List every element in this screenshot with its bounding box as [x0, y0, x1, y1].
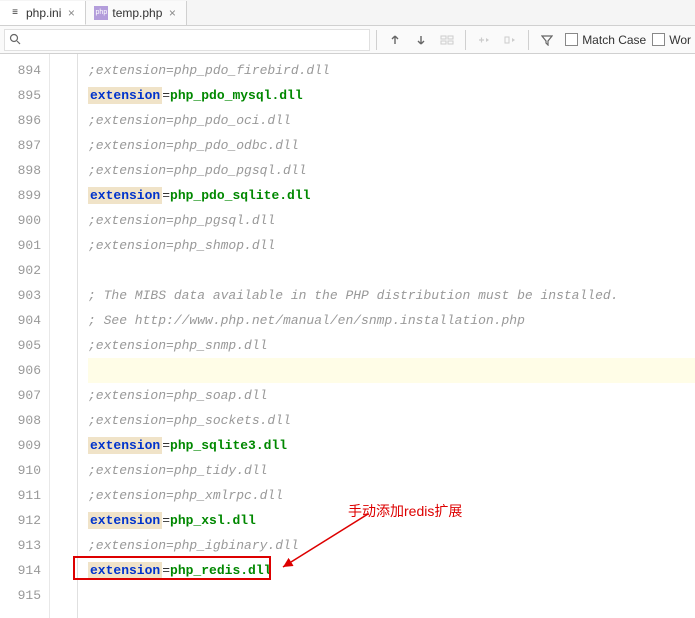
code-line[interactable]: ; See http://www.php.net/manual/en/snmp.…	[88, 308, 695, 333]
equals-sign: =	[162, 88, 170, 103]
line-number: 905	[0, 333, 49, 358]
code-line[interactable]: extension=php_pdo_mysql.dll	[88, 83, 695, 108]
line-number: 907	[0, 383, 49, 408]
line-number: 906	[0, 358, 49, 383]
ini-key: extension	[88, 437, 162, 454]
code-area[interactable]: ;extension=php_pdo_firebird.dllextension…	[78, 54, 695, 618]
line-number-gutter: 8948958968978988999009019029039049059069…	[0, 54, 50, 618]
line-number: 911	[0, 483, 49, 508]
line-number: 899	[0, 183, 49, 208]
code-line[interactable]: extension=php_pdo_sqlite.dll	[88, 183, 695, 208]
code-line[interactable]: ; The MIBS data available in the PHP dis…	[88, 283, 695, 308]
separator	[528, 30, 529, 50]
code-line[interactable]: ;extension=php_snmp.dll	[88, 333, 695, 358]
code-line[interactable]: extension=php_redis.dll	[88, 558, 695, 583]
search-input[interactable]	[27, 33, 365, 47]
ini-value: php_sqlite3.dll	[170, 438, 287, 453]
equals-sign: =	[162, 438, 170, 453]
match-case-label: Match Case	[582, 33, 646, 47]
tab-label: php.ini	[26, 6, 61, 20]
words-label: Wor	[669, 33, 691, 47]
line-number: 909	[0, 433, 49, 458]
code-line[interactable]	[88, 583, 695, 608]
ini-key: extension	[88, 187, 162, 204]
line-number: 914	[0, 558, 49, 583]
code-line[interactable]: ;extension=php_pdo_pgsql.dll	[88, 158, 695, 183]
line-number: 901	[0, 233, 49, 258]
code-margin	[50, 54, 78, 618]
code-line[interactable]	[88, 358, 695, 383]
separator	[465, 30, 466, 50]
code-line[interactable]: ;extension=php_sockets.dll	[88, 408, 695, 433]
find-toolbar: Match Case Wor	[0, 26, 695, 54]
code-editor[interactable]: 8948958968978988999009019029039049059069…	[0, 54, 695, 618]
tab-label: temp.php	[112, 6, 162, 20]
code-line[interactable]: ;extension=php_pdo_firebird.dll	[88, 58, 695, 83]
remove-selection-button[interactable]	[498, 29, 522, 51]
close-icon[interactable]: ×	[166, 7, 178, 19]
ini-value: php_redis.dll	[170, 563, 271, 578]
code-line[interactable]: extension=php_sqlite3.dll	[88, 433, 695, 458]
match-case-option[interactable]: Match Case	[565, 33, 646, 47]
line-number: 903	[0, 283, 49, 308]
line-number: 908	[0, 408, 49, 433]
tab-temp-php[interactable]: php temp.php ×	[86, 1, 187, 25]
line-number: 912	[0, 508, 49, 533]
line-number: 897	[0, 133, 49, 158]
php-file-icon: php	[94, 6, 108, 20]
line-number: 915	[0, 583, 49, 608]
code-line[interactable]	[88, 258, 695, 283]
code-line[interactable]: ;extension=php_pdo_oci.dll	[88, 108, 695, 133]
words-option[interactable]: Wor	[652, 33, 691, 47]
add-selection-button[interactable]	[472, 29, 496, 51]
checkbox-icon	[652, 33, 665, 46]
code-line[interactable]: ;extension=php_igbinary.dll	[88, 533, 695, 558]
code-line[interactable]: ;extension=php_soap.dll	[88, 383, 695, 408]
code-line[interactable]: ;extension=php_pdo_odbc.dll	[88, 133, 695, 158]
ini-key: extension	[88, 87, 162, 104]
equals-sign: =	[162, 188, 170, 203]
line-number: 895	[0, 83, 49, 108]
close-icon[interactable]: ×	[65, 7, 77, 19]
line-number: 896	[0, 108, 49, 133]
ini-value: php_pdo_mysql.dll	[170, 88, 303, 103]
equals-sign: =	[162, 563, 170, 578]
code-line[interactable]: ;extension=php_pgsql.dll	[88, 208, 695, 233]
ini-file-icon: ≡	[8, 6, 22, 20]
ini-value: php_xsl.dll	[170, 513, 256, 528]
search-icon	[9, 33, 23, 47]
checkbox-icon	[565, 33, 578, 46]
equals-sign: =	[162, 513, 170, 528]
line-number: 902	[0, 258, 49, 283]
tab-php-ini[interactable]: ≡ php.ini ×	[0, 1, 86, 25]
code-line[interactable]: ;extension=php_shmop.dll	[88, 233, 695, 258]
ini-key: extension	[88, 512, 162, 529]
line-number: 898	[0, 158, 49, 183]
search-box[interactable]	[4, 29, 370, 51]
code-line[interactable]: ;extension=php_tidy.dll	[88, 458, 695, 483]
line-number: 913	[0, 533, 49, 558]
ini-value: php_pdo_sqlite.dll	[170, 188, 310, 203]
line-number: 894	[0, 58, 49, 83]
separator	[376, 30, 377, 50]
ini-key: extension	[88, 562, 162, 579]
annotation-text: 手动添加redis扩展	[348, 501, 462, 521]
filter-button[interactable]	[535, 29, 559, 51]
line-number: 900	[0, 208, 49, 233]
line-number: 910	[0, 458, 49, 483]
select-all-button[interactable]	[435, 29, 459, 51]
tab-bar: ≡ php.ini × php temp.php ×	[0, 0, 695, 26]
line-number: 904	[0, 308, 49, 333]
next-occurrence-button[interactable]	[409, 29, 433, 51]
prev-occurrence-button[interactable]	[383, 29, 407, 51]
